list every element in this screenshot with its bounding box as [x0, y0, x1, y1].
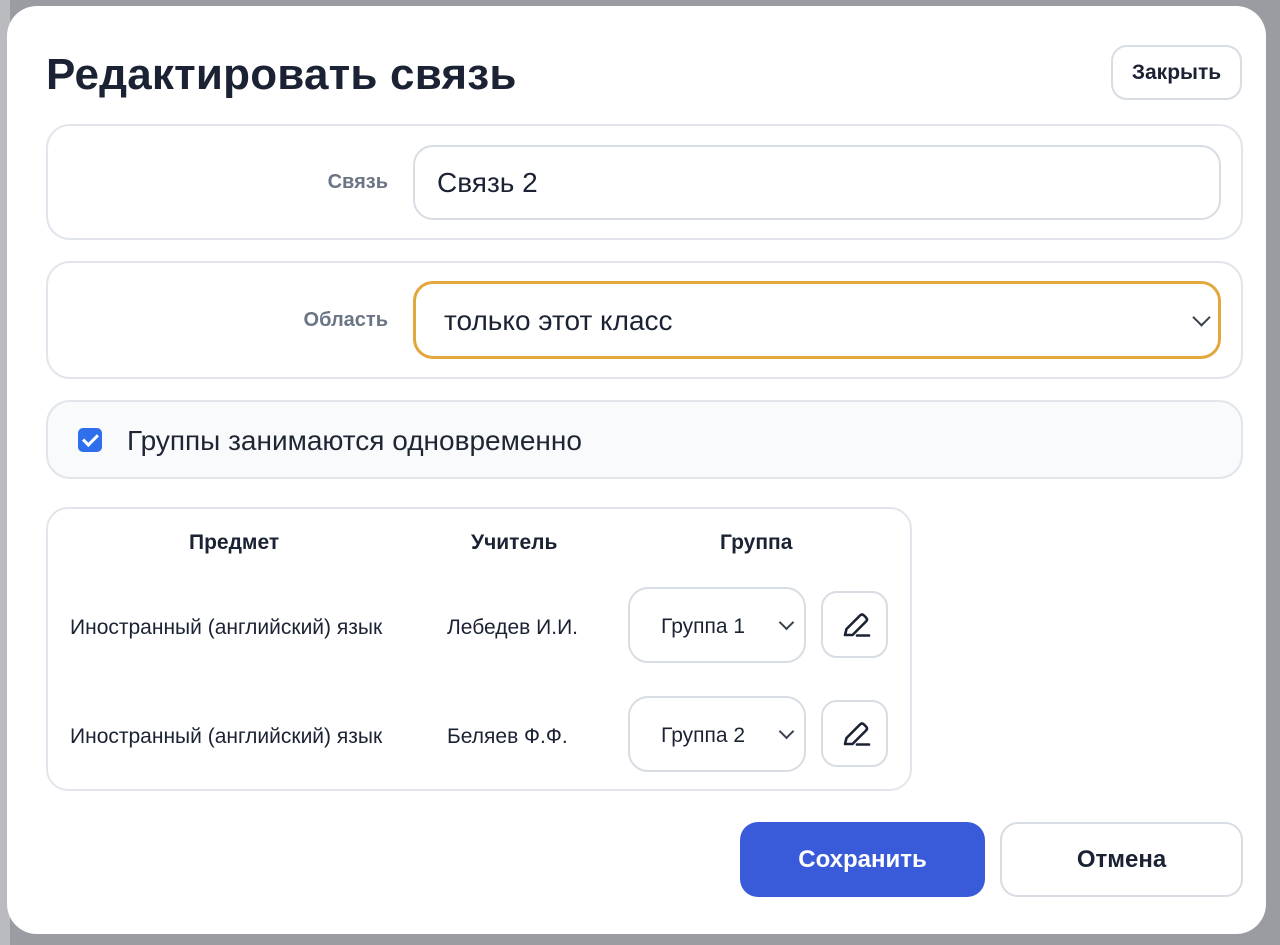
simultaneous-groups-card: Группы занимаются одновременно [46, 400, 1243, 479]
row-teacher: Лебедев И.И. [447, 616, 579, 639]
edit-link-dialog: Редактировать связь Закрыть Связь Област… [7, 6, 1266, 934]
chevron-down-icon [778, 614, 795, 631]
chevron-down-icon [778, 723, 795, 740]
area-select-value: только этот класс [444, 305, 673, 336]
link-name-input[interactable] [413, 145, 1221, 220]
area-label: Область [303, 309, 388, 331]
dialog-title: Редактировать связь [46, 50, 517, 99]
header-teacher: Учитель [471, 531, 558, 554]
checkmark-icon [82, 430, 99, 447]
link-name-label: Связь [327, 171, 388, 193]
area-card: Область только этот класс [46, 261, 1243, 379]
pencil-icon [843, 722, 871, 746]
group-select[interactable]: Группа 2 [628, 696, 806, 772]
cancel-button[interactable]: Отмена [1000, 822, 1243, 897]
pencil-icon [843, 613, 871, 637]
header-group: Группа [720, 531, 793, 554]
header-subject: Предмет [189, 531, 280, 554]
link-name-card: Связь [46, 124, 1243, 240]
save-button[interactable]: Сохранить [740, 822, 985, 897]
group-select[interactable]: Группа 1 [628, 587, 806, 663]
edit-row-button[interactable] [821, 700, 888, 767]
groups-table: Предмет Учитель Группа Иностранный (англ… [46, 507, 912, 791]
group-select-value: Группа 1 [661, 615, 746, 638]
table-row: Иностранный (английский) язык Беляев Ф.Ф… [48, 696, 910, 776]
simultaneous-groups-label: Группы занимаются одновременно [127, 425, 582, 456]
edit-row-button[interactable] [821, 591, 888, 658]
row-subject: Иностранный (английский) язык [70, 725, 383, 748]
row-teacher: Беляев Ф.Ф. [447, 725, 568, 748]
table-row: Иностранный (английский) язык Лебедев И.… [48, 587, 910, 667]
area-select[interactable]: только этот класс [413, 281, 1221, 359]
row-subject: Иностранный (английский) язык [70, 616, 383, 639]
close-button[interactable]: Закрыть [1111, 45, 1242, 100]
simultaneous-groups-checkbox[interactable] [78, 428, 102, 452]
group-select-value: Группа 2 [661, 724, 746, 747]
chevron-down-icon [1192, 308, 1211, 327]
